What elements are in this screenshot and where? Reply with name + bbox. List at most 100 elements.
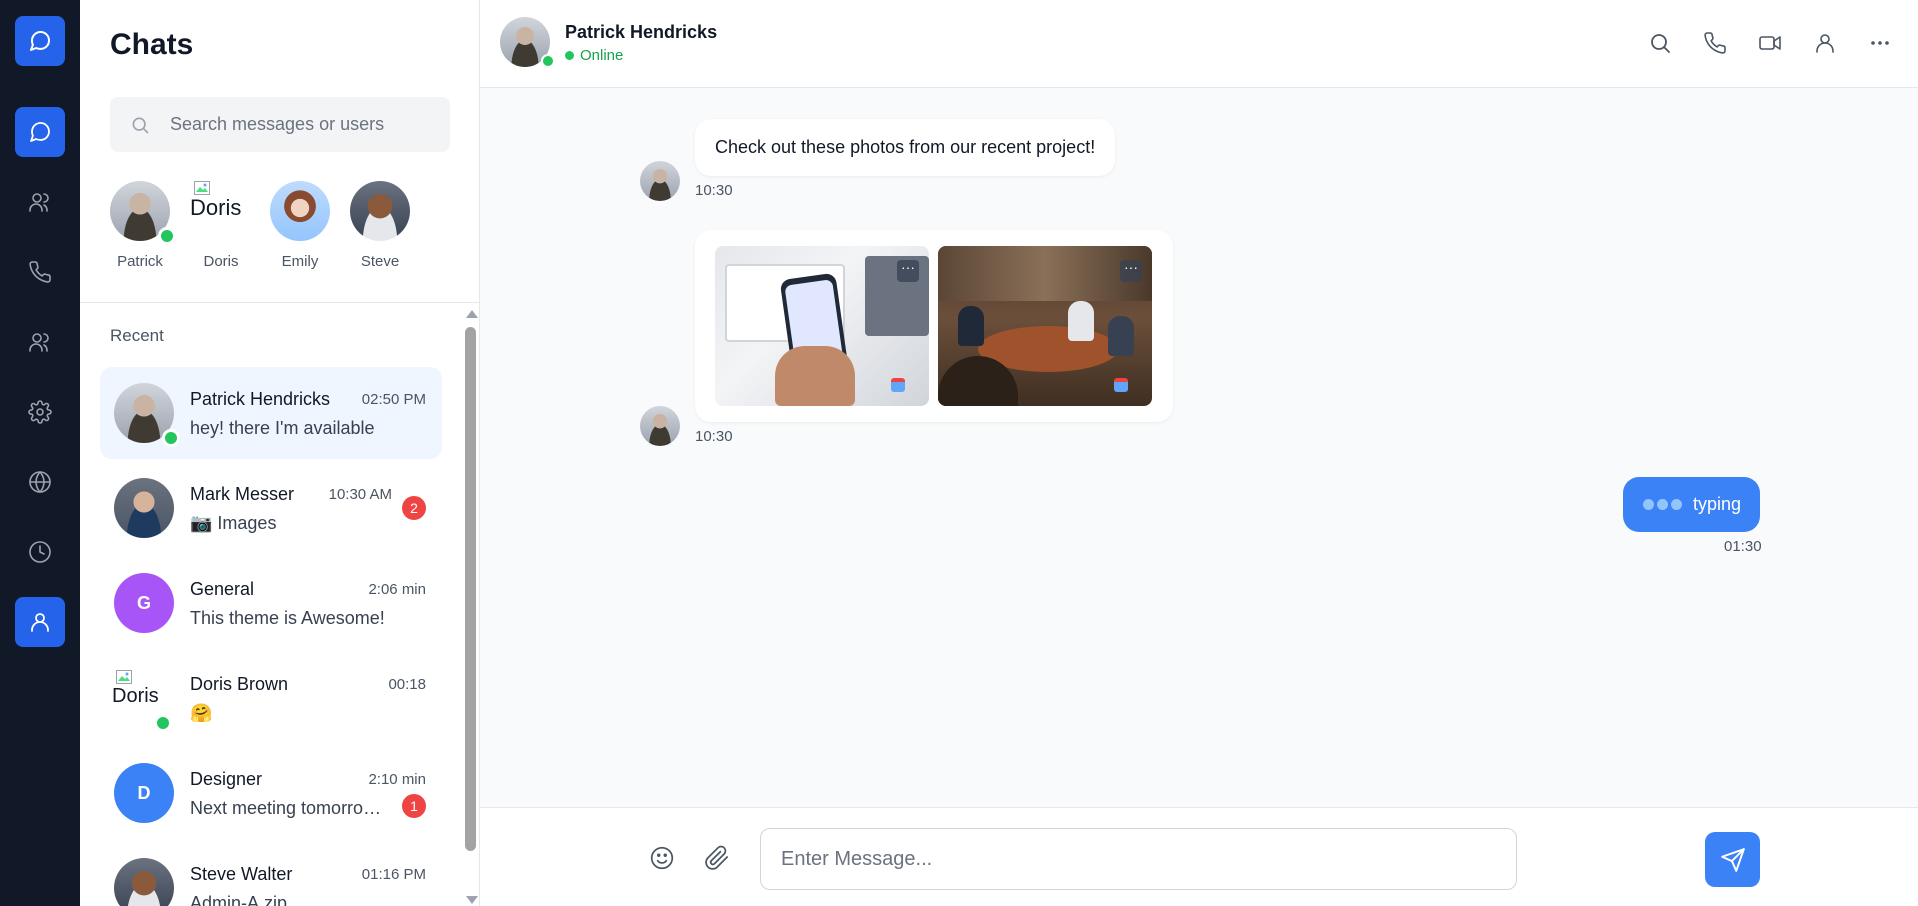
- story-name: Steve: [360, 253, 400, 270]
- message-time: 10:30: [695, 428, 733, 445]
- chat-item-general[interactable]: G General 2:06 min This theme is Awesome…: [100, 557, 442, 649]
- image-message-bubble: ··· ···: [695, 230, 1173, 422]
- contact-avatar[interactable]: [500, 17, 555, 68]
- message-avatar: [640, 406, 680, 446]
- video-call-button[interactable]: [1756, 29, 1784, 57]
- avatar: [114, 478, 174, 538]
- paperclip-icon: [705, 845, 729, 870]
- photo-more-button[interactable]: ···: [1120, 260, 1142, 282]
- phone-icon: [29, 261, 51, 283]
- divider: [80, 302, 479, 303]
- contact-name[interactable]: Patrick Hendricks: [565, 22, 717, 43]
- nav-calls-button[interactable]: [15, 247, 65, 297]
- nav-profile-button[interactable]: [15, 597, 65, 647]
- chat-item-preview: 🤗: [190, 703, 213, 723]
- avatar: [114, 858, 174, 906]
- typing-dot: [1657, 499, 1668, 510]
- emoji-button[interactable]: [648, 844, 676, 872]
- nav-history-button[interactable]: [15, 527, 65, 577]
- chat-item-name: General: [190, 579, 255, 599]
- chat-item-time: 00:18: [388, 676, 426, 693]
- nav-settings-button[interactable]: [15, 387, 65, 437]
- message-composer: [480, 807, 1918, 906]
- chat-item-time: 01:16 PM: [361, 866, 426, 883]
- story-doris[interactable]: Doris Doris: [190, 181, 252, 270]
- chat-list-panel: Chats Patrick Doris Doris Emily Steve Re…: [80, 0, 480, 906]
- gear-icon: [28, 400, 52, 424]
- panel-title: Chats: [110, 28, 194, 61]
- smile-icon: [650, 846, 674, 870]
- project-photo-2[interactable]: ···: [938, 246, 1152, 406]
- message-circle-icon: [30, 122, 50, 142]
- message-bubble[interactable]: Check out these photos from our recent p…: [695, 119, 1116, 176]
- scroll-down-arrow-icon[interactable]: [466, 896, 478, 904]
- story-patrick[interactable]: Patrick: [109, 181, 176, 270]
- nav-chats-button[interactable]: [15, 107, 65, 157]
- contact-profile-button[interactable]: [1811, 29, 1839, 57]
- typing-dot: [1671, 499, 1682, 510]
- chat-item-doris-brown[interactable]: Doris Doris Brown 00:18 🤗: [100, 652, 442, 744]
- broken-image-icon: [194, 181, 210, 195]
- nav-contacts-button[interactable]: [15, 317, 65, 367]
- unread-badge: 1: [402, 794, 426, 818]
- story-name: Doris: [203, 253, 239, 270]
- broken-image-avatar: Doris: [112, 670, 172, 732]
- message-text: Check out these photos from our recent p…: [715, 137, 1096, 157]
- chat-item-time: 10:30 AM: [328, 486, 392, 503]
- send-button[interactable]: [1705, 832, 1760, 887]
- chat-item-designer[interactable]: D Designer 2:10 min Next meeting tomorro…: [100, 747, 442, 839]
- online-indicator: [541, 54, 555, 68]
- chat-item-time: 2:10 min: [368, 771, 426, 788]
- search-input[interactable]: [170, 114, 430, 135]
- story-emily[interactable]: Emily: [269, 181, 331, 270]
- person-shape: [1108, 316, 1134, 356]
- chat-item-patrick-hendricks[interactable]: Patrick Hendricks 02:50 PM hey! there I'…: [100, 367, 442, 459]
- voice-call-button[interactable]: [1701, 29, 1729, 57]
- nav-language-button[interactable]: [15, 457, 65, 507]
- avatar-initial: G: [114, 573, 174, 633]
- project-photo-1[interactable]: ···: [715, 246, 929, 406]
- scroll-up-arrow-icon[interactable]: [466, 310, 478, 318]
- message-circle-icon: [30, 30, 51, 51]
- online-indicator: [154, 714, 172, 732]
- contacts-icon: [29, 333, 49, 352]
- chat-item-preview: This theme is Awesome!: [190, 608, 385, 628]
- photo-download-icon[interactable]: [1114, 378, 1128, 392]
- search-button[interactable]: [1646, 29, 1674, 57]
- chat-item-mark-messer[interactable]: Mark Messer 10:30 AM 📷 Images 2: [100, 462, 442, 554]
- online-indicator: [158, 227, 176, 245]
- more-options-button[interactable]: [1866, 29, 1894, 57]
- typing-text: typing: [1693, 494, 1742, 514]
- story-steve[interactable]: Steve: [349, 181, 411, 270]
- user-icon: [1816, 34, 1834, 53]
- photo-download-icon[interactable]: [891, 378, 905, 392]
- search-box[interactable]: [110, 97, 450, 152]
- contact-status: Online: [565, 47, 623, 64]
- chat-list-scrollbar[interactable]: [465, 310, 478, 906]
- app-logo-button[interactable]: [15, 16, 65, 66]
- globe-icon: [29, 471, 51, 493]
- avatar: [350, 181, 410, 241]
- attach-button[interactable]: [703, 844, 731, 872]
- chat-item-preview: Admin-A.zip: [190, 893, 288, 906]
- story-name: Patrick: [117, 253, 163, 270]
- broken-image-icon: [116, 670, 132, 684]
- conversation-pane: Patrick Hendricks Online Check out these…: [480, 0, 1918, 906]
- avatar-initial: D: [114, 763, 174, 823]
- avatar-alt-text: Doris: [112, 685, 159, 707]
- online-indicator: [162, 429, 180, 447]
- photo-more-button[interactable]: ···: [897, 260, 919, 282]
- more-icon: [1871, 41, 1889, 45]
- chat-item-name: Mark Messer: [190, 484, 295, 504]
- chat-item-name: Designer: [190, 769, 263, 789]
- nav-groups-button[interactable]: [15, 177, 65, 227]
- message-input[interactable]: [760, 828, 1517, 890]
- avatar-alt-text: Doris: [190, 195, 242, 220]
- hand-shape: [775, 346, 855, 406]
- chat-item-steve-walter[interactable]: Steve Walter 01:16 PM Admin-A.zip: [100, 842, 442, 906]
- chat-item-name: Steve Walter: [190, 864, 293, 884]
- unread-badge: 2: [402, 496, 426, 520]
- broken-image-avatar: Doris: [190, 181, 250, 241]
- message-time: 01:30: [1724, 538, 1762, 555]
- scroll-thumb[interactable]: [465, 327, 476, 851]
